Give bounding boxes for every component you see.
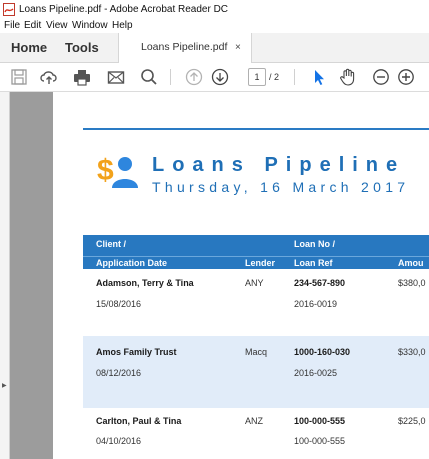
menu-help[interactable]: Help xyxy=(112,19,133,33)
row-amount: $225,0 xyxy=(398,416,426,426)
table-row: Carlton, Paul & Tina 04/10/2016 ANZ 100-… xyxy=(83,408,429,459)
row-loan-ref: 2016-0019 xyxy=(294,299,338,309)
row-date: 08/12/2016 xyxy=(96,368,142,378)
col-application-date: Application Date xyxy=(96,258,168,268)
report-date: Thursday, 16 March 2017 xyxy=(152,179,410,195)
table-row: Amos Family Trust 08/12/2016 Macq 1000-1… xyxy=(83,336,429,408)
title-bar: Loans Pipeline.pdf - Adobe Acrobat Reade… xyxy=(0,0,429,19)
page-number-input[interactable]: 1 xyxy=(248,68,266,86)
table-header: Client / Application Date Lender Loan No… xyxy=(83,235,429,269)
toolbar-separator xyxy=(294,69,295,85)
menu-view[interactable]: View xyxy=(46,19,68,33)
menu-bar: File Edit View Window Help xyxy=(0,19,429,33)
row-lender: ANZ xyxy=(245,416,263,426)
tab-bar: Home Tools Loans Pipeline.pdf × xyxy=(0,33,429,63)
row-client: Carlton, Paul & Tina xyxy=(96,416,182,426)
email-icon[interactable] xyxy=(106,67,126,87)
pdf-app-icon xyxy=(3,3,15,16)
col-loan-no: Loan No / xyxy=(294,239,335,249)
loans-logo-icon: $ xyxy=(97,154,138,188)
zoom-out-icon[interactable] xyxy=(371,67,391,87)
row-client: Adamson, Terry & Tina xyxy=(96,278,194,288)
select-arrow-icon[interactable] xyxy=(309,67,329,87)
toolbar-separator xyxy=(170,69,171,85)
pdf-page: $ Loans Pipeline Thursday, 16 March 2017… xyxy=(53,92,429,459)
row-lender: Macq xyxy=(245,347,268,357)
row-loan-no: 1000-160-030 xyxy=(294,347,351,357)
row-lender: ANY xyxy=(245,278,264,288)
col-amount: Amou xyxy=(398,258,424,268)
left-panel-rail: ▶ xyxy=(0,92,10,459)
document-viewer[interactable]: $ Loans Pipeline Thursday, 16 March 2017… xyxy=(10,92,429,459)
svg-text:$: $ xyxy=(97,154,114,187)
row-loan-no: 234-567-890 xyxy=(294,278,346,288)
header-rule xyxy=(83,128,429,130)
col-client: Client / xyxy=(96,239,127,249)
page-total: / 2 xyxy=(269,72,280,82)
toolbar: 1 / 2 xyxy=(0,63,429,92)
tab-home[interactable]: Home xyxy=(11,33,47,62)
col-loan-ref: Loan Ref xyxy=(294,258,333,268)
row-amount: $380,0 xyxy=(398,278,426,288)
row-loan-ref: 2016-0025 xyxy=(294,368,338,378)
page-down-icon[interactable] xyxy=(210,67,230,87)
menu-file[interactable]: File xyxy=(4,19,20,33)
row-loan-ref: 100-000-555 xyxy=(294,436,346,446)
save-icon[interactable] xyxy=(9,67,29,87)
row-date: 04/10/2016 xyxy=(96,436,142,446)
search-icon[interactable] xyxy=(139,67,159,87)
tab-tools[interactable]: Tools xyxy=(65,33,99,62)
row-amount: $330,0 xyxy=(398,347,426,357)
print-icon[interactable] xyxy=(72,67,92,87)
zoom-in-icon[interactable] xyxy=(396,67,416,87)
table-row: Adamson, Terry & Tina 15/08/2016 ANY 234… xyxy=(83,269,429,336)
expand-panel-icon[interactable]: ▶ xyxy=(2,382,7,389)
header-divider xyxy=(83,256,429,257)
row-date: 15/08/2016 xyxy=(96,299,142,309)
page-up-icon[interactable] xyxy=(184,67,204,87)
tab-document-label: Loans Pipeline.pdf xyxy=(141,41,228,53)
tab-document[interactable]: Loans Pipeline.pdf × xyxy=(118,33,252,63)
upload-cloud-icon[interactable] xyxy=(39,67,59,87)
row-client: Amos Family Trust xyxy=(96,347,177,357)
window-title: Loans Pipeline.pdf - Adobe Acrobat Reade… xyxy=(19,4,229,15)
close-tab-icon[interactable]: × xyxy=(235,33,241,62)
report-title: Loans Pipeline xyxy=(152,154,406,176)
hand-tool-icon[interactable] xyxy=(338,67,358,87)
menu-window[interactable]: Window xyxy=(72,19,108,33)
row-loan-no: 100-000-555 xyxy=(294,416,346,426)
menu-edit[interactable]: Edit xyxy=(24,19,41,33)
col-lender: Lender xyxy=(245,258,276,268)
